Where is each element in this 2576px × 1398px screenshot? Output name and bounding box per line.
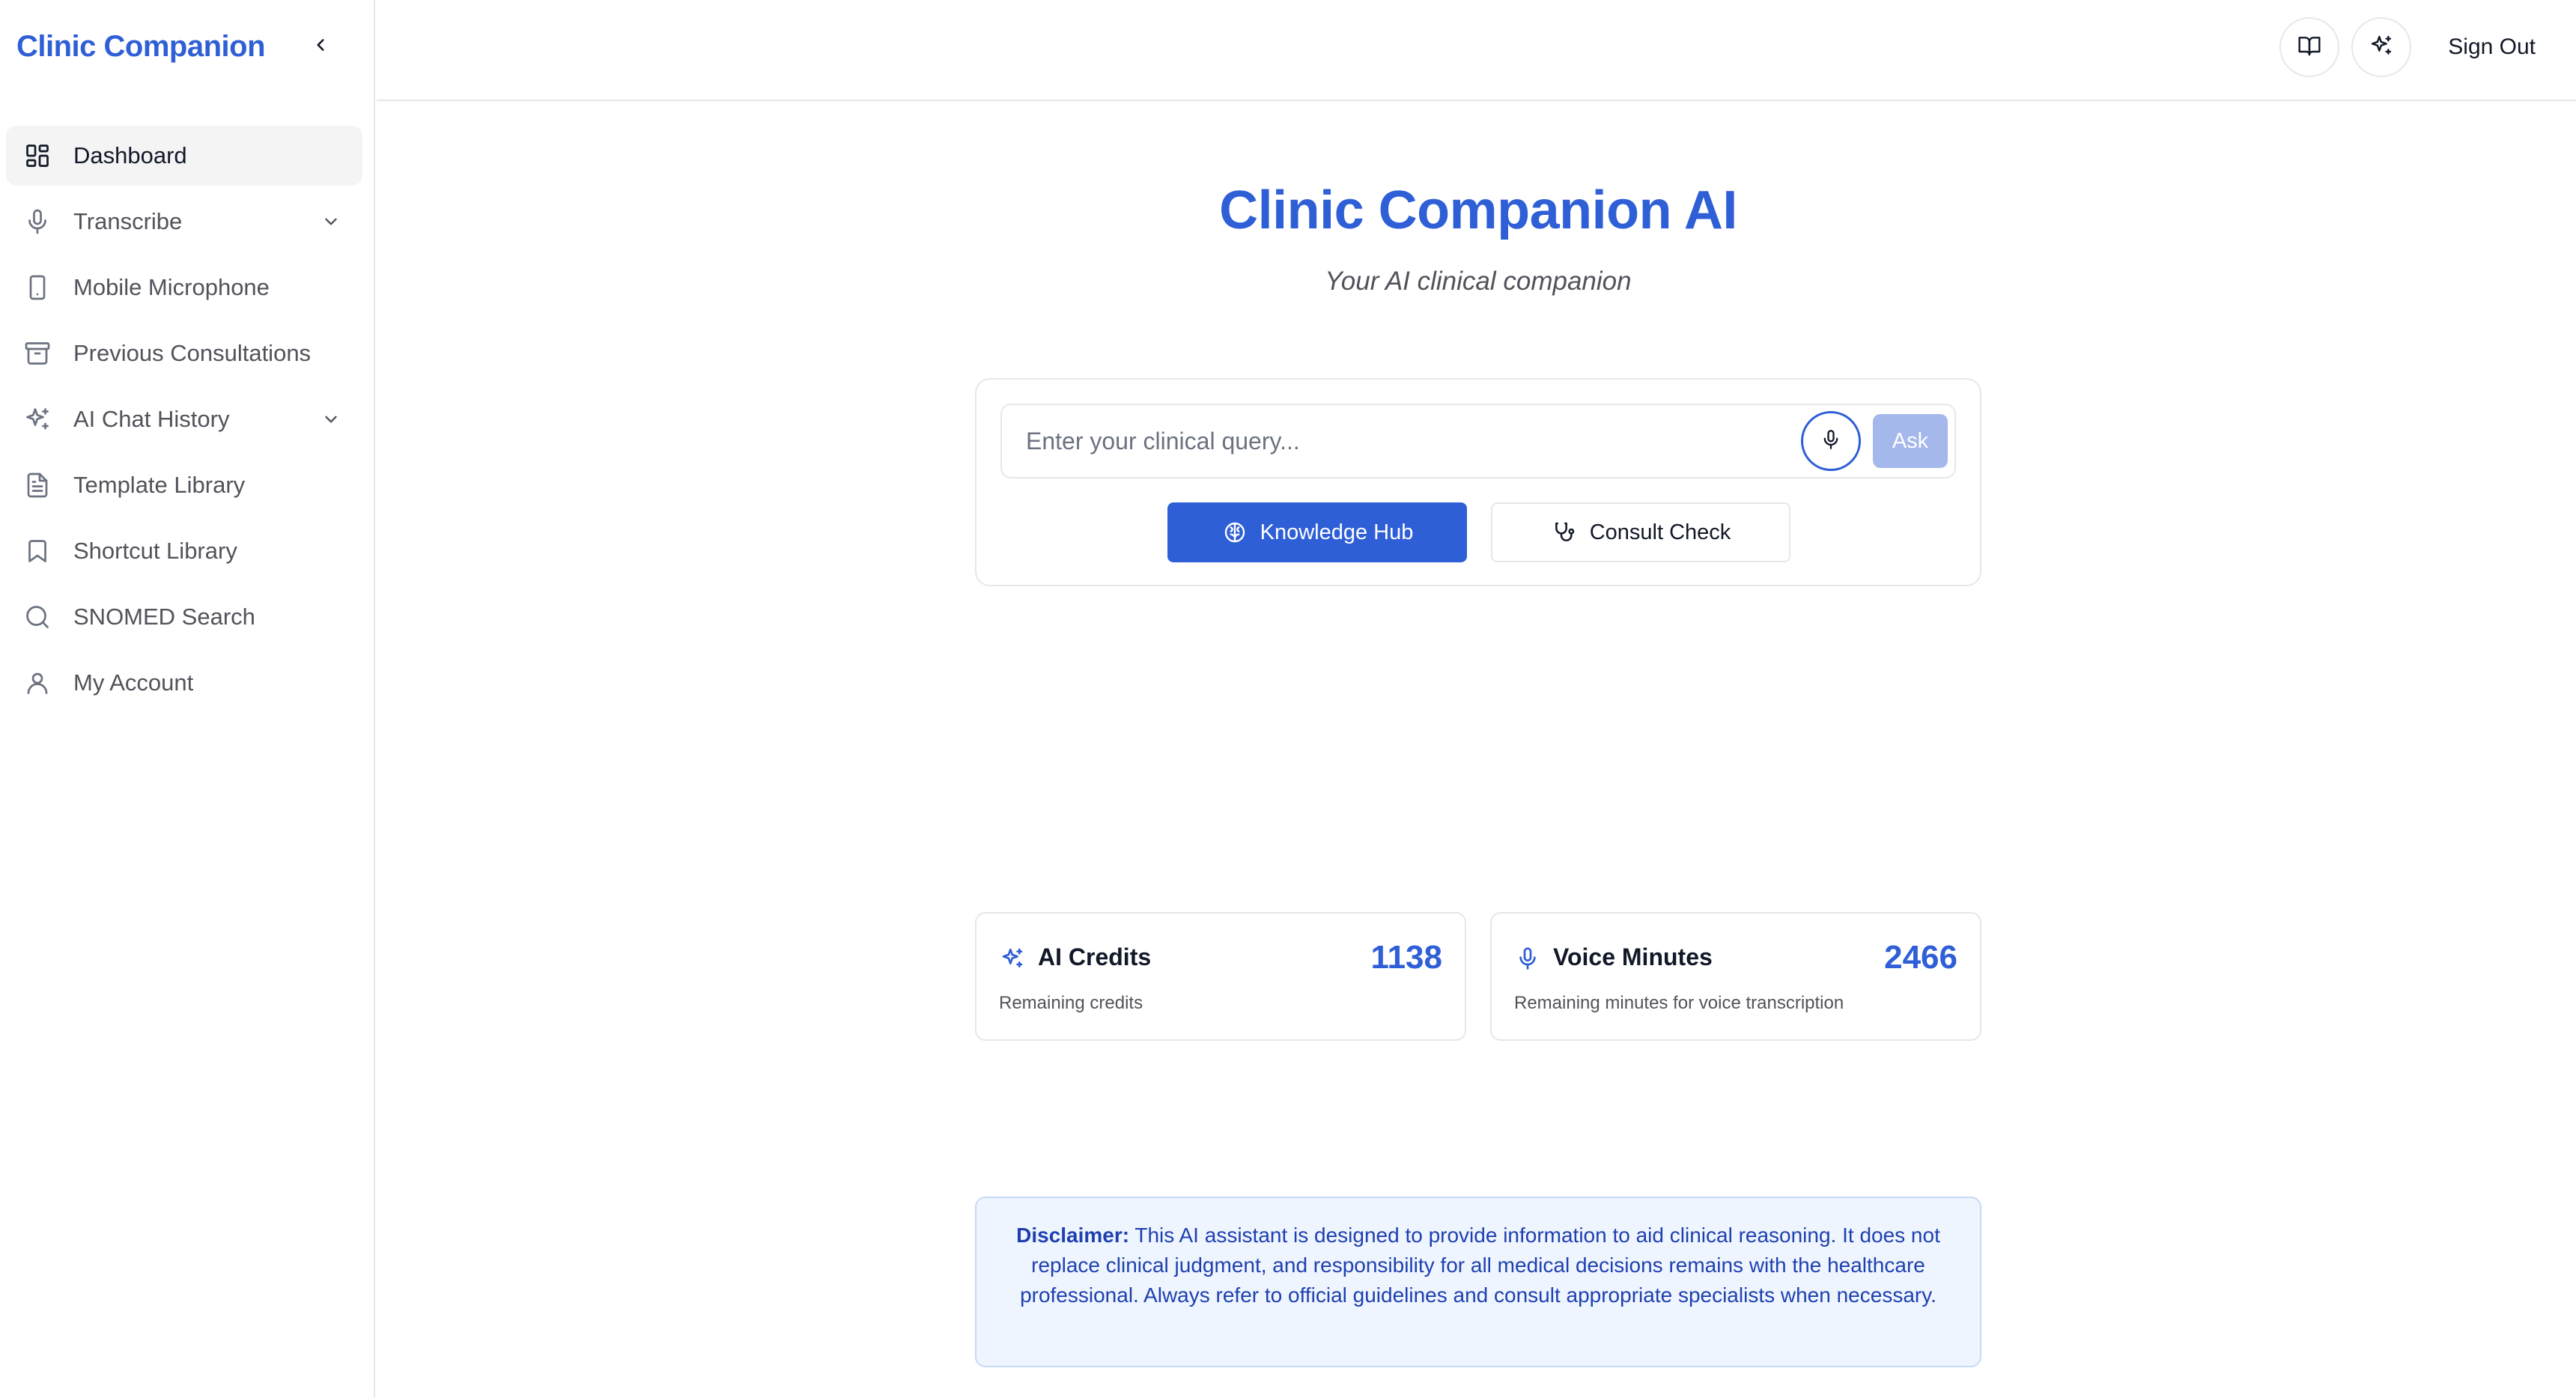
chevron-down-icon[interactable]: [316, 207, 346, 237]
sidebar-item-label: Previous Consultations: [73, 340, 312, 366]
archive-icon: [22, 338, 52, 368]
disclaimer-label: Disclaimer:: [1016, 1224, 1130, 1247]
voice-minutes-value: 2466: [1884, 939, 1957, 976]
document-icon: [22, 470, 52, 500]
ai-credits-title: AI Credits: [1038, 943, 1152, 970]
sidebar-item-my-account[interactable]: My Account: [6, 653, 362, 713]
knowledge-book-button[interactable]: [2279, 17, 2339, 77]
bookmark-icon: [22, 536, 52, 566]
voice-minutes-card: Voice Minutes 2466 Remaining minutes for…: [1490, 912, 1981, 1041]
sidebar-item-label: SNOMED Search: [73, 604, 255, 630]
sidebar-item-mobile-microphone[interactable]: Mobile Microphone: [6, 258, 362, 317]
chevron-down-icon[interactable]: [316, 404, 346, 434]
sidebar-item-label: Template Library: [73, 472, 246, 498]
microphone-icon: [1820, 429, 1841, 454]
sidebar-item-label: Shortcut Library: [73, 538, 237, 564]
knowledge-hub-button[interactable]: Knowledge Hub: [1167, 502, 1467, 562]
sidebar-item-shortcut-library[interactable]: Shortcut Library: [6, 521, 362, 581]
sidebar-item-previous-consultations[interactable]: Previous Consultations: [6, 323, 362, 383]
sidebar-nav: Dashboard Transcribe Mobile Microphone P…: [6, 126, 362, 719]
page-title: Clinic Companion AI: [1219, 180, 1737, 240]
sparkles-icon: [999, 945, 1026, 972]
sidebar-item-label: Transcribe: [73, 208, 183, 234]
chevron-left-icon: [311, 35, 330, 58]
sparkles-icon: [22, 404, 52, 434]
clinical-query-input[interactable]: [1002, 405, 1788, 477]
top-bar: Sign Out: [377, 0, 2576, 101]
sidebar-item-snomed-search[interactable]: SNOMED Search: [6, 587, 362, 647]
brain-icon: [1221, 519, 1248, 546]
query-card: Ask Knowledge Hub Consult Check: [975, 378, 1981, 586]
disclaimer-box: Disclaimer: This AI assistant is designe…: [975, 1197, 1981, 1367]
sidebar-item-ai-chat-history[interactable]: AI Chat History: [6, 389, 362, 449]
disclaimer-text: This AI assistant is designed to provide…: [1020, 1224, 1940, 1307]
mobile-icon: [22, 273, 52, 303]
search-icon: [22, 602, 52, 632]
dashboard-icon: [22, 141, 52, 171]
collapse-sidebar-button[interactable]: [300, 28, 341, 64]
sparkles-icon: [2369, 34, 2393, 61]
sign-out-button[interactable]: Sign Out: [2448, 17, 2536, 77]
microphone-icon: [22, 207, 52, 237]
knowledge-hub-label: Knowledge Hub: [1260, 520, 1414, 544]
ask-button[interactable]: Ask: [1873, 414, 1948, 468]
sidebar-item-transcribe[interactable]: Transcribe: [6, 192, 362, 252]
ai-assistant-button[interactable]: [2351, 17, 2411, 77]
ai-credits-description: Remaining credits: [999, 993, 1143, 1013]
consult-check-label: Consult Check: [1589, 520, 1731, 544]
ai-credits-value: 1138: [1370, 939, 1442, 976]
voice-minutes-description: Remaining minutes for voice transcriptio…: [1514, 993, 1844, 1013]
page-subtitle: Your AI clinical companion: [1325, 267, 1632, 296]
sidebar: Clinic Companion Dashboard Transcribe Mo…: [0, 0, 375, 1398]
sidebar-item-template-library[interactable]: Template Library: [6, 455, 362, 515]
brand-logo-text[interactable]: Clinic Companion: [16, 0, 266, 93]
voice-minutes-title: Voice Minutes: [1553, 943, 1713, 970]
book-open-icon: [2297, 34, 2321, 61]
stethoscope-icon: [1551, 519, 1578, 546]
voice-input-button[interactable]: [1801, 411, 1861, 471]
sidebar-item-dashboard[interactable]: Dashboard: [6, 126, 362, 186]
microphone-icon: [1514, 945, 1541, 972]
sidebar-item-label: AI Chat History: [73, 406, 230, 432]
query-input-wrapper: Ask: [1000, 404, 1956, 478]
sidebar-item-label: My Account: [73, 669, 194, 696]
user-icon: [22, 668, 52, 698]
app-root: Clinic Companion Dashboard Transcribe Mo…: [0, 0, 2576, 1398]
sidebar-item-label: Dashboard: [73, 142, 187, 168]
consult-check-button[interactable]: Consult Check: [1491, 502, 1790, 562]
ai-credits-card: AI Credits 1138 Remaining credits: [975, 912, 1466, 1041]
sidebar-item-label: Mobile Microphone: [73, 274, 270, 300]
